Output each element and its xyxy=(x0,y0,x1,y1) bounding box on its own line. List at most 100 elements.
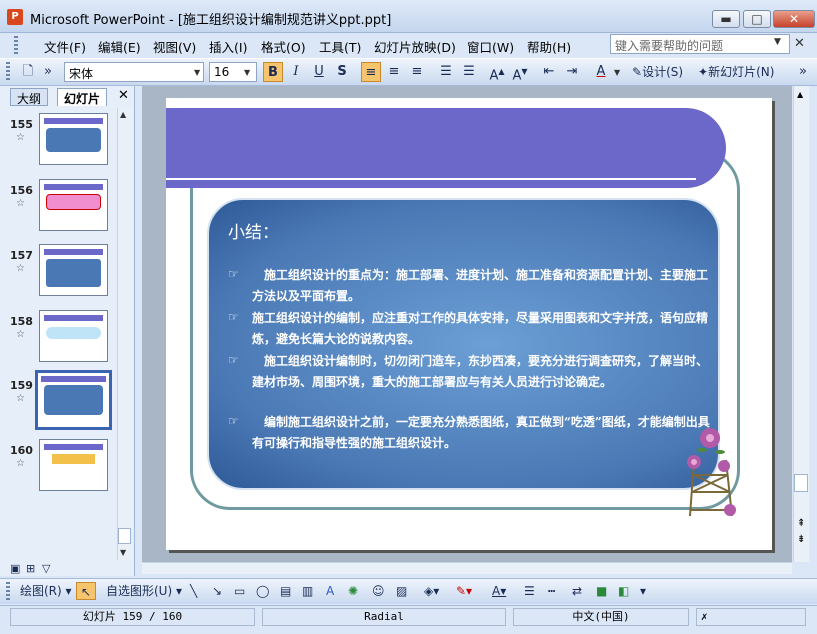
menu-file[interactable]: 文件(F) xyxy=(40,36,90,57)
toolbar-options-icon[interactable]: » xyxy=(42,62,54,82)
menu-edit[interactable]: 编辑(E) xyxy=(94,36,145,57)
scroll-down-icon[interactable]: ▼ xyxy=(120,548,126,557)
numbering-icon[interactable]: ☰ xyxy=(436,62,456,82)
wordart-icon[interactable]: A xyxy=(326,582,334,600)
font-color-draw-icon[interactable]: A▾ xyxy=(492,582,506,600)
next-slide-icon[interactable]: ⇟ xyxy=(797,534,805,545)
align-center-icon[interactable]: ≡ xyxy=(384,62,404,82)
slide-number: 158 xyxy=(10,315,33,328)
slide-sorter-icon[interactable]: ⊞ xyxy=(26,562,35,575)
draw-menu-button[interactable]: 绘图(R) ▾ xyxy=(20,582,72,600)
slide-thumbnail-157[interactable] xyxy=(39,244,108,296)
pane-close-icon[interactable]: ✕ xyxy=(118,88,129,103)
clipart-icon[interactable]: ☺ xyxy=(372,582,385,600)
powerpoint-app-icon[interactable]: P xyxy=(7,9,23,25)
previous-slide-icon[interactable]: ⇞ xyxy=(797,518,805,529)
decrease-indent-icon[interactable]: ⇤ xyxy=(539,62,559,82)
new-slide-button[interactable]: ✦新幻灯片(N) xyxy=(698,62,788,82)
drawbar-overflow-icon[interactable]: ▾ xyxy=(640,582,646,600)
vertical-textbox-icon[interactable]: ▥ xyxy=(302,582,313,600)
slide-thumbnail-156[interactable] xyxy=(39,179,108,231)
menu-view[interactable]: 视图(V) xyxy=(149,36,200,57)
design-button[interactable]: ✎设计(S) xyxy=(632,62,692,82)
menubar-grip[interactable] xyxy=(14,36,18,54)
line-color-icon[interactable]: ✎▾ xyxy=(456,582,472,600)
arrow-tool-icon[interactable]: ↘ xyxy=(212,582,222,600)
diagram-icon[interactable]: ✺ xyxy=(348,582,358,600)
rectangle-tool-icon[interactable]: ▭ xyxy=(234,582,245,600)
horizontal-scrollbar[interactable] xyxy=(142,562,792,574)
scroll-up-icon[interactable]: ▲ xyxy=(120,110,126,119)
increase-font-icon[interactable]: A▲ xyxy=(487,62,507,83)
font-name-select[interactable]: 宋体 xyxy=(64,62,204,82)
font-color-icon[interactable]: A xyxy=(591,62,611,82)
slide-thumbnail-160[interactable] xyxy=(39,439,108,491)
slideshow-view-icon[interactable]: ▽ xyxy=(42,562,50,575)
decrease-font-icon[interactable]: A▼ xyxy=(510,62,530,83)
maximize-button[interactable]: □ xyxy=(743,10,771,28)
align-left-icon[interactable]: ≡ xyxy=(361,62,381,82)
drawbar-grip[interactable] xyxy=(6,582,10,602)
italic-button[interactable]: I xyxy=(286,62,306,82)
menu-format[interactable]: 格式(O) xyxy=(257,36,310,57)
thumb-content-box xyxy=(52,454,95,464)
new-document-icon[interactable]: 🗋 xyxy=(18,62,38,82)
bullet-text[interactable]: 施工组织设计的编制，应注重对工作的具体安排，尽量采用图表和文字并茂，语句应精炼，… xyxy=(252,308,712,349)
slide-heading[interactable]: 小结： xyxy=(228,218,279,243)
bullet-text[interactable]: 编制施工组织设计之前，一定要充分熟悉图纸，真正做到“吃透”图纸，才能编制出具有可… xyxy=(252,412,712,453)
minimize-button[interactable]: ▬ xyxy=(712,10,740,28)
window-title: Microsoft PowerPoint - [施工组织设计编制规范讲义ppt.… xyxy=(30,13,392,28)
menu-window[interactable]: 窗口(W) xyxy=(463,36,518,57)
shadow-button[interactable]: S xyxy=(332,62,352,82)
line-style-icon[interactable]: ☰ xyxy=(524,582,535,600)
size-dropdown-icon[interactable]: ▼ xyxy=(244,68,250,77)
menu-slideshow[interactable]: 幻灯片放映(D) xyxy=(370,36,460,57)
autoshapes-menu-button[interactable]: 自选图形(U) ▾ xyxy=(106,582,182,600)
draw-menu-label: 绘图(R) xyxy=(20,584,62,598)
slides-scrollbar[interactable] xyxy=(117,108,132,560)
vertical-scroll-thumb[interactable] xyxy=(794,474,808,492)
bullet-text[interactable]: 施工组织设计编制时，切勿闭门造车，东抄西凑，要充分进行调查研究，了解当时、建材市… xyxy=(252,351,712,392)
thumb-content-box xyxy=(46,194,101,210)
increase-indent-icon[interactable]: ⇥ xyxy=(562,62,582,82)
tab-slides[interactable]: 幻灯片 xyxy=(57,88,108,106)
textbox-tool-icon[interactable]: ▤ xyxy=(280,582,291,600)
align-right-icon[interactable]: ≡ xyxy=(407,62,427,82)
toolbar-grip[interactable] xyxy=(6,62,10,82)
line-tool-icon[interactable]: ╲ xyxy=(190,582,197,600)
font-size-value: 16 xyxy=(214,65,230,79)
bullet-text[interactable]: 施工组织设计的重点为：施工部署、进度计划、施工准备和资源配置计划、主要施工方法以… xyxy=(252,265,712,306)
flower-stand-image[interactable] xyxy=(680,420,740,520)
menu-help[interactable]: 帮助(H) xyxy=(523,36,575,57)
help-dropdown-arrow-icon[interactable]: ▼ xyxy=(774,37,781,47)
slide-thumbnail-158[interactable] xyxy=(39,310,108,362)
hand-bullet-icon: ☞ xyxy=(228,267,239,281)
3d-style-icon[interactable]: ◧ xyxy=(618,582,629,600)
underline-button[interactable]: U xyxy=(309,62,329,82)
arrow-style-icon[interactable]: ⇄ xyxy=(572,582,582,600)
bold-button[interactable]: B xyxy=(263,62,283,82)
insert-picture-icon[interactable]: ▨ xyxy=(396,582,407,600)
menu-tools[interactable]: 工具(T) xyxy=(315,36,365,57)
dash-style-icon[interactable]: ┅ xyxy=(548,582,555,600)
thumb-content-box xyxy=(46,327,101,339)
slides-scrollbar-thumb[interactable] xyxy=(118,528,131,544)
slide-thumbnail-159-selected[interactable] xyxy=(35,370,112,430)
tab-outline[interactable]: 大纲 xyxy=(10,88,49,106)
slide-thumbnail-155[interactable] xyxy=(39,113,108,165)
shadow-style-icon[interactable]: ■ xyxy=(596,582,607,600)
font-dropdown-icon[interactable]: ▼ xyxy=(194,68,200,77)
scroll-up-icon[interactable]: ▲ xyxy=(797,90,803,99)
spelling-check-icon[interactable]: ✗ xyxy=(696,608,806,626)
oval-tool-icon[interactable]: ◯ xyxy=(256,582,269,600)
close-window-button[interactable]: ✕ xyxy=(773,10,815,28)
normal-view-icon[interactable]: ▣ xyxy=(10,562,20,575)
font-color-dropdown-icon[interactable]: ▼ xyxy=(614,68,620,77)
document-close-icon[interactable]: ✕ xyxy=(794,36,805,51)
help-search-input[interactable]: 键入需要帮助的问题 xyxy=(610,34,790,54)
toolbar-overflow-icon[interactable]: » xyxy=(797,62,809,82)
fill-color-icon[interactable]: ◈▾ xyxy=(424,582,439,600)
menu-insert[interactable]: 插入(I) xyxy=(205,36,251,57)
select-pointer-icon[interactable]: ↖ xyxy=(76,582,96,600)
bullets-icon[interactable]: ☰ xyxy=(459,62,479,82)
